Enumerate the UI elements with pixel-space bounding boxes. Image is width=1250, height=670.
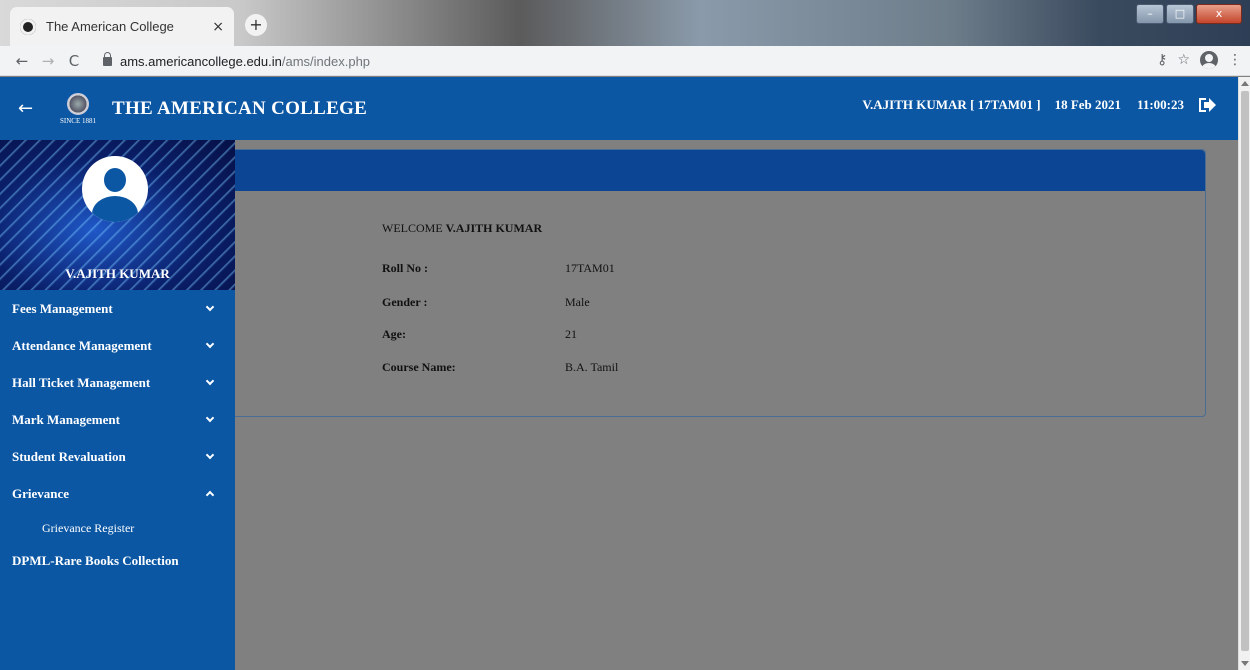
student-id-label: V.AJITH KUMAR [ 17TAM01 ]: [862, 97, 1041, 112]
info-value: Male: [565, 295, 590, 309]
welcome-message: WELCOME V.AJITH KUMAR: [382, 221, 542, 236]
info-label: Gender :: [382, 295, 428, 309]
url-path: /ams/index.php: [281, 53, 371, 69]
chevron-up-icon: [205, 490, 215, 500]
sidebar-item-hall-ticket-management[interactable]: Hall Ticket Management: [0, 364, 235, 401]
welcome-name: V.AJITH KUMAR: [445, 221, 543, 235]
scroll-up-icon[interactable]: [1241, 81, 1249, 86]
sidebar-item-student-revaluation[interactable]: Student Revaluation: [0, 438, 235, 475]
card-header: [235, 150, 1205, 191]
back-arrow-icon[interactable]: ←: [18, 98, 38, 119]
profile-name: V.AJITH KUMAR: [65, 266, 170, 281]
browser-tab[interactable]: The American College ×: [10, 7, 234, 46]
profile-icon[interactable]: [1200, 51, 1218, 69]
sidebar-item-label: Fees Management: [12, 300, 113, 316]
browser-right-tools: ⚷ ☆ ⋮: [1157, 51, 1242, 69]
close-window-button[interactable]: x: [1196, 4, 1242, 24]
scroll-thumb[interactable]: [1241, 91, 1249, 651]
date-label: 18 Feb 2021: [1054, 97, 1122, 112]
avatar: [82, 156, 148, 222]
forward-arrow-icon[interactable]: →: [35, 52, 61, 70]
user-body-icon: [92, 196, 138, 222]
browser-toolbar: ← → C ams.americancollege.edu.in/ams/ind…: [0, 46, 1250, 76]
student-info-card: WELCOME V.AJITH KUMAR Roll No : 17TAM01 …: [235, 149, 1206, 417]
minimize-button[interactable]: –: [1136, 4, 1164, 24]
sidebar-item-label: Hall Ticket Management: [12, 374, 151, 390]
url-host: ams.americancollege.edu.in: [120, 53, 282, 69]
browser-menu-icon[interactable]: ⋮: [1228, 52, 1242, 68]
chevron-down-icon: [205, 450, 215, 460]
sidebar-item-label: DPML-Rare Books Collection: [12, 553, 179, 568]
new-tab-button[interactable]: +: [245, 14, 267, 36]
info-value: 21: [565, 327, 577, 341]
browser-tab-strip: The American College × + – □ x: [0, 0, 1250, 46]
chevron-down-icon: [205, 413, 215, 423]
chevron-down-icon: [205, 339, 215, 349]
info-value: 17TAM01: [565, 261, 615, 275]
college-name: THE AMERICAN COLLEGE: [112, 97, 368, 119]
key-icon[interactable]: ⚷: [1157, 52, 1167, 68]
since-label: SINCE 1881: [60, 116, 96, 125]
star-icon[interactable]: ☆: [1177, 52, 1190, 68]
sidebar-subitem-grievance-register[interactable]: Grievance Register: [0, 512, 235, 544]
sidebar-item-label: Student Revaluation: [12, 448, 126, 464]
back-arrow-icon[interactable]: ←: [9, 52, 35, 70]
url-text: ams.americancollege.edu.in/ams/index.php: [120, 54, 370, 69]
time-label: 11:00:23: [1137, 97, 1184, 112]
sidebar-item-label: Grievance: [12, 485, 70, 501]
address-bar[interactable]: ams.americancollege.edu.in/ams/index.php: [103, 51, 370, 70]
profile-panel: V.AJITH KUMAR: [0, 140, 235, 290]
sidebar-item-grievance[interactable]: Grievance: [0, 475, 235, 512]
page-scrollbar[interactable]: [1238, 77, 1250, 670]
info-value: B.A. Tamil: [565, 360, 619, 374]
app-header: ← SINCE 1881 THE AMERICAN COLLEGE V.AJIT…: [0, 77, 1238, 140]
sidebar-item-dpml-rare-books[interactable]: DPML-Rare Books Collection: [0, 544, 235, 578]
lock-icon: [103, 51, 112, 66]
logout-icon[interactable]: [1198, 97, 1216, 113]
tab-title: The American College: [46, 19, 174, 34]
window-controls: – □ x: [1136, 4, 1242, 24]
info-label: Roll No :: [382, 261, 428, 275]
info-label: Age:: [382, 327, 406, 341]
sidebar-item-attendance-management[interactable]: Attendance Management: [0, 327, 235, 364]
sidebar-item-label: Attendance Management: [12, 337, 152, 353]
sidebar-item-fees-management[interactable]: Fees Management: [0, 290, 235, 327]
college-logo: SINCE 1881: [58, 92, 98, 125]
maximize-button[interactable]: □: [1166, 4, 1194, 24]
reload-icon[interactable]: C: [61, 52, 87, 70]
tab-close-icon[interactable]: ×: [212, 19, 224, 35]
welcome-prefix: WELCOME: [382, 221, 443, 235]
user-head-icon: [104, 168, 126, 192]
sidebar: V.AJITH KUMAR Fees Management Attendance…: [0, 140, 235, 670]
college-seal-icon: [67, 92, 89, 115]
sidebar-item-mark-management[interactable]: Mark Management: [0, 401, 235, 438]
chevron-down-icon: [205, 376, 215, 386]
sidebar-item-label: Mark Management: [12, 411, 120, 427]
college-favicon-icon: [20, 18, 36, 35]
chevron-down-icon: [205, 302, 215, 312]
info-label: Course Name:: [382, 360, 456, 374]
header-user-info: V.AJITH KUMAR [ 17TAM01 ] 18 Feb 2021 11…: [862, 97, 1216, 113]
scroll-down-icon[interactable]: [1241, 661, 1249, 666]
sidebar-menu: Fees Management Attendance Management Ha…: [0, 290, 235, 578]
